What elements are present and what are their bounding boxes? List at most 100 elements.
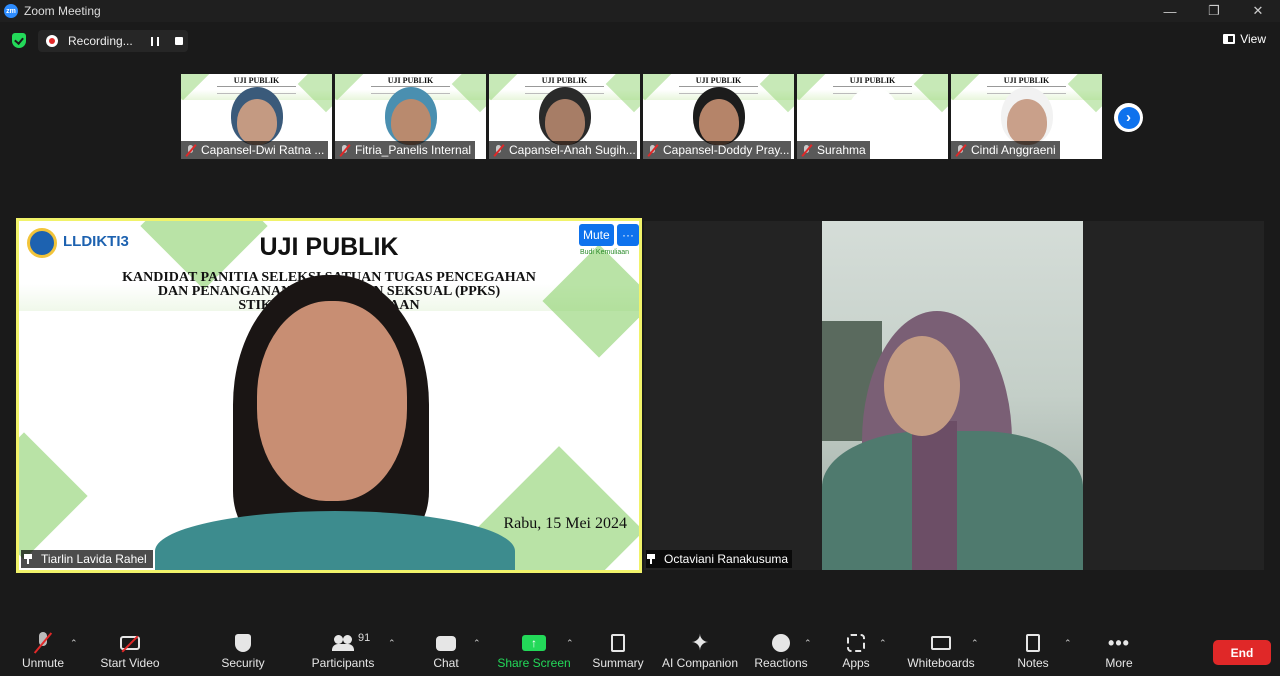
- whiteboards-options-caret-icon[interactable]: ⌃: [971, 638, 979, 649]
- notes-icon: [1026, 634, 1040, 652]
- view-layout-icon: [1223, 34, 1236, 44]
- participant-thumbnail[interactable]: UJI PUBLIK Fitria_Panelis Internal: [335, 74, 486, 159]
- security-label: Security: [221, 656, 265, 670]
- ai-companion-button[interactable]: ✦ AI Companion: [662, 626, 738, 676]
- speaker-name-label: Tiarlin Lavida Rahel: [21, 550, 153, 568]
- more-dots-icon: •••: [1108, 632, 1130, 653]
- chat-button[interactable]: Chat: [430, 626, 462, 676]
- chat-bubble-icon: [436, 635, 456, 651]
- ai-sparkle-icon: ✦: [690, 630, 710, 655]
- thumbnail-name-label: Fitria_Panelis Internal: [335, 141, 476, 159]
- meeting-topbar: Recording... View: [0, 26, 1280, 56]
- thumbnail-slide-title: UJI PUBLIK: [849, 76, 896, 85]
- thumbnail-slide-subtitle: [679, 86, 758, 94]
- security-button[interactable]: Security: [220, 626, 266, 676]
- thumbnail-name-label: Surahma: [797, 141, 870, 159]
- slide-leaf-decoration: [19, 432, 88, 560]
- thumbnail-slide-subtitle: [987, 86, 1066, 94]
- participants-button[interactable]: 91 Participants: [311, 626, 375, 676]
- thumbnail-name-label: Capansel-Dwi Ratna ...: [181, 141, 329, 159]
- window-title: Zoom Meeting: [24, 4, 101, 18]
- participant-thumbnail[interactable]: UJI PUBLIK Capansel-Anah Sugih...: [489, 74, 640, 159]
- speaker-person: [155, 273, 515, 570]
- restore-button[interactable]: ❐: [1192, 0, 1236, 22]
- microphone-muted-icon: [33, 632, 53, 654]
- thumbnail-name: Capansel-Doddy Pray...: [663, 143, 790, 157]
- second-video-name: Octaviani Ranakusuma: [664, 552, 789, 566]
- active-speaker-video[interactable]: LLDIKTI3 UJI PUBLIK KANDIDAT PANITIA SEL…: [16, 218, 642, 573]
- end-meeting-button[interactable]: End: [1213, 640, 1271, 665]
- thumbnail-slide-title: UJI PUBLIK: [233, 76, 280, 85]
- chevron-right-icon: ›: [1117, 106, 1140, 129]
- more-label: More: [1105, 656, 1133, 670]
- microphone-muted-icon: [801, 144, 812, 156]
- thumbnail-name: Capansel-Dwi Ratna ...: [201, 143, 325, 157]
- thumbnail-slide-title: UJI PUBLIK: [541, 76, 588, 85]
- meeting-toolbar: Unmute ⌃ Start Video Security 91 Partici…: [0, 626, 1280, 676]
- start-video-button[interactable]: Start Video: [100, 626, 160, 676]
- reactions-button[interactable]: Reactions: [754, 626, 808, 676]
- thumbnail-slide-title: UJI PUBLIK: [387, 76, 434, 85]
- thumbnail-person: [544, 99, 585, 145]
- participant-thumbnail[interactable]: UJI PUBLIK Surahma: [797, 74, 948, 159]
- thumbnail-name: Capansel-Anah Sugih...: [509, 143, 636, 157]
- whiteboards-button[interactable]: Whiteboards: [906, 626, 976, 676]
- mute-participant-button[interactable]: Mute: [579, 224, 614, 246]
- apps-options-caret-icon[interactable]: ⌃: [879, 638, 887, 649]
- apps-icon: [847, 634, 865, 652]
- pause-recording-icon[interactable]: [150, 36, 159, 46]
- apps-button[interactable]: Apps: [840, 626, 872, 676]
- pin-icon: [24, 554, 35, 564]
- thumbnail-person: [236, 99, 277, 145]
- share-screen-button[interactable]: ↑ Share Screen: [497, 626, 571, 676]
- audio-options-caret-icon[interactable]: ⌃: [70, 638, 78, 649]
- second-video-name-label: Octaviani Ranakusuma: [646, 550, 793, 568]
- thumbnail-name-label: Capansel-Anah Sugih...: [489, 141, 637, 159]
- budi-kemuliaan-logo: Budi Kemuliaan: [579, 249, 629, 256]
- thumbnail-name: Cindi Anggraeni: [971, 143, 1056, 157]
- share-screen-icon: ↑: [522, 635, 546, 651]
- thumbnail-person: [698, 99, 739, 145]
- view-button[interactable]: View: [1223, 32, 1266, 46]
- reactions-label: Reactions: [754, 656, 808, 670]
- second-video-feed: [822, 221, 1083, 570]
- participants-icon: [332, 635, 354, 651]
- recording-label: Recording...: [68, 34, 133, 48]
- title-bar: zm Zoom Meeting — ❐ ✕: [0, 0, 1280, 22]
- notes-options-caret-icon[interactable]: ⌃: [1064, 638, 1072, 649]
- participant-thumbnail[interactable]: UJI PUBLIK Capansel-Doddy Pray...: [643, 74, 794, 159]
- view-label: View: [1240, 32, 1266, 46]
- recording-indicator: Recording...: [38, 30, 188, 52]
- microphone-muted-icon: [647, 144, 658, 156]
- summary-icon: [611, 634, 625, 652]
- participant-strip: UJI PUBLIK Capansel-Dwi Ratna ... UJI PUBL…: [181, 74, 1102, 159]
- apps-label: Apps: [842, 656, 870, 670]
- zoom-logo-icon: zm: [4, 4, 18, 18]
- chat-label: Chat: [433, 656, 459, 670]
- participant-thumbnail[interactable]: UJI PUBLIK Capansel-Dwi Ratna ...: [181, 74, 332, 159]
- participants-label: Participants: [311, 656, 375, 670]
- participant-thumbnail[interactable]: UJI PUBLIK Cindi Anggraeni: [951, 74, 1102, 159]
- more-options-button[interactable]: ···: [617, 224, 639, 246]
- notes-button[interactable]: Notes: [1016, 626, 1050, 676]
- stop-recording-icon[interactable]: [174, 37, 183, 45]
- reactions-options-caret-icon[interactable]: ⌃: [804, 638, 812, 649]
- security-shield-icon: [235, 634, 251, 652]
- slide-title: UJI PUBLIK: [259, 233, 399, 261]
- chat-options-caret-icon[interactable]: ⌃: [473, 638, 481, 649]
- next-page-button[interactable]: ›: [1114, 103, 1143, 132]
- whiteboard-icon: [931, 636, 951, 650]
- pin-icon: [647, 554, 658, 564]
- microphone-muted-icon: [955, 144, 966, 156]
- share-options-caret-icon[interactable]: ⌃: [566, 638, 574, 649]
- unmute-label: Unmute: [21, 656, 65, 670]
- more-button[interactable]: ••• More: [1102, 626, 1136, 676]
- reactions-smiley-icon: [772, 634, 790, 652]
- participants-options-caret-icon[interactable]: ⌃: [388, 638, 396, 649]
- minimize-button[interactable]: —: [1148, 0, 1192, 22]
- unmute-button[interactable]: Unmute: [20, 626, 66, 676]
- summary-button[interactable]: Summary: [592, 626, 644, 676]
- encryption-shield-icon[interactable]: [12, 33, 26, 48]
- close-button[interactable]: ✕: [1236, 0, 1280, 22]
- share-screen-label: Share Screen: [497, 656, 571, 670]
